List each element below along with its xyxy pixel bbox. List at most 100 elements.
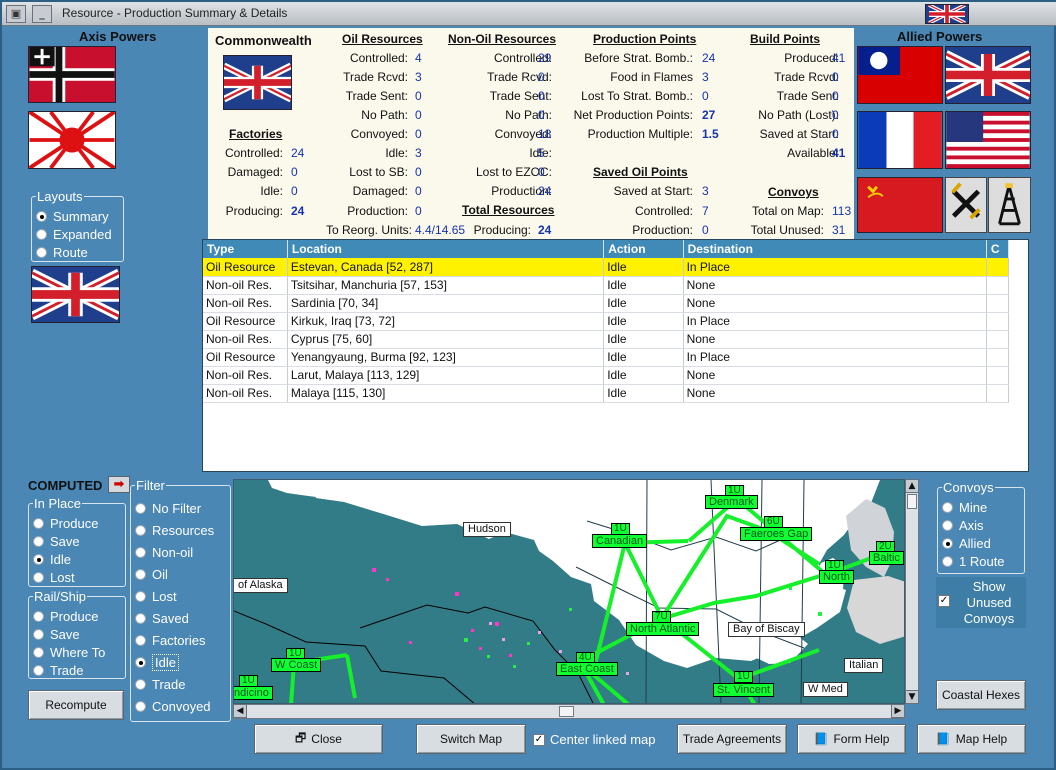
german-flag-icon[interactable]: [28, 46, 116, 103]
scroll-right-icon[interactable]: ▶: [891, 704, 905, 718]
vertical-scroll-thumb[interactable]: [907, 494, 917, 509]
uk-flag-icon[interactable]: [945, 46, 1031, 104]
oil-value: 3: [415, 70, 422, 84]
column-location[interactable]: Location: [287, 240, 605, 258]
computed-arrow-button[interactable]: ➡: [108, 476, 130, 493]
radio-dot-icon: [33, 646, 44, 658]
sea-zone-baltic[interactable]: Baltic: [869, 551, 904, 565]
filter-convoyed-radio[interactable]: Convoyed: [135, 695, 226, 717]
radio-dot-icon: [33, 571, 44, 583]
table-cell: None: [683, 384, 987, 403]
soviet-flag-icon[interactable]: [857, 177, 943, 233]
close-button[interactable]: 🗗 Close: [254, 724, 383, 754]
map-vertical-scrollbar[interactable]: ▲ ▼: [905, 479, 919, 704]
horizontal-scroll-thumb[interactable]: [559, 706, 574, 717]
sea-zone-east-coast[interactable]: East Coast: [556, 662, 618, 676]
sea-zone-canadian[interactable]: Canadian: [592, 534, 648, 548]
window-menu-button[interactable]: ▣: [6, 5, 26, 23]
in-place-produce-radio[interactable]: Produce: [33, 514, 121, 532]
trade-agreements-button[interactable]: Trade Agreements: [677, 724, 787, 754]
french-flag-icon[interactable]: [857, 111, 943, 169]
chinese-flag-icon[interactable]: [857, 46, 943, 104]
sea-zone-w-coast[interactable]: W Coast: [271, 658, 322, 672]
table-cell: [986, 330, 1010, 349]
filter-saved-radio[interactable]: Saved: [135, 607, 226, 629]
non-oil-resources-heading: Non-Oil Resources: [448, 32, 557, 46]
title-bar[interactable]: ▣ _ Resource - Production Summary & Deta…: [2, 2, 1056, 26]
filter-non-oil-radio[interactable]: Non-oil: [135, 541, 226, 563]
sea-zone-denmark[interactable]: Denmark: [705, 495, 758, 509]
sea-zone-st-vincent[interactable]: St. Vincent: [713, 683, 774, 697]
table-row[interactable]: Non-oil Res. Sardinia [70, 34] Idle None: [203, 294, 1010, 313]
radio-dot-icon: [942, 501, 953, 513]
convoys-one-route-radio[interactable]: 1 Route: [942, 552, 1020, 570]
filter-resources-radio[interactable]: Resources: [135, 519, 226, 541]
layout-summary-radio[interactable]: Summary: [36, 207, 119, 225]
japanese-flag-icon[interactable]: [28, 111, 116, 169]
sea-zone-north-atlantic[interactable]: North Atlantic: [626, 622, 700, 636]
convoys-filter-group: Convoys Mine Axis Allied 1 Route: [937, 480, 1025, 574]
table-row[interactable]: Non-oil Res. Larut, Malaya [113, 129] Idle…: [203, 366, 1010, 385]
form-help-button[interactable]: 📘 Form Help: [797, 724, 906, 754]
column-action[interactable]: Action: [603, 240, 684, 258]
recompute-button[interactable]: Recompute: [28, 690, 124, 720]
convoy-unit-badge[interactable]: 1U: [734, 671, 753, 683]
in-place-lost-radio[interactable]: Lost: [33, 568, 121, 586]
convoys-mine-radio[interactable]: Mine: [942, 498, 1020, 516]
scroll-down-icon[interactable]: ▼: [905, 690, 919, 704]
filter-oil-radio[interactable]: Oil: [135, 563, 226, 585]
switch-map-button[interactable]: Switch Map: [416, 724, 526, 754]
rail-ship-save-radio[interactable]: Save: [33, 625, 121, 643]
mining-icon[interactable]: [945, 177, 987, 233]
oil-resources-heading: Oil Resources: [342, 32, 423, 46]
commonwealth-flag-icon[interactable]: [31, 266, 120, 323]
sea-zone-faeroes-gap[interactable]: Faeroes Gap: [740, 527, 813, 541]
table-row[interactable]: Non-oil Res. Cyprus [75, 60] Idle None: [203, 330, 1010, 349]
filter-trade-radio[interactable]: Trade: [135, 673, 226, 695]
layout-expanded-radio[interactable]: Expanded: [36, 225, 119, 243]
table-row[interactable]: Non-oil Res. Tsitsihar, Manchuria [57, 15…: [203, 276, 1010, 295]
filter-lost-radio[interactable]: Lost: [135, 585, 226, 607]
center-linked-map-checkbox[interactable]: ✓ Center linked map: [533, 732, 656, 747]
in-place-save-radio[interactable]: Save: [33, 532, 121, 550]
filter-idle-radio[interactable]: Idle: [135, 651, 226, 673]
filter-no-filter-radio[interactable]: No Filter: [135, 497, 226, 519]
convoys-value: 113: [832, 204, 852, 218]
resource-details-table[interactable]: Type Location Action Destination C Oil Resou…: [202, 239, 1029, 472]
scroll-left-icon[interactable]: ◀: [233, 704, 247, 718]
oil-derrick-icon[interactable]: [988, 177, 1031, 233]
world-map-viewport[interactable]: Hudson of Alaska Bay of Biscay W Med Ita…: [233, 479, 905, 704]
column-c[interactable]: C: [986, 240, 1010, 258]
layouts-group: Layouts Summary Expanded Route: [31, 189, 124, 262]
filter-factories-radio[interactable]: Factories: [135, 629, 226, 651]
book-icon: 📘: [935, 732, 951, 746]
coastal-hexes-button[interactable]: Coastal Hexes: [936, 680, 1026, 710]
sea-zone-mendocino[interactable]: ndicino: [234, 686, 273, 700]
table-row[interactable]: Oil Resource Yenangyaung, Burma [92, 123]…: [203, 348, 1010, 367]
map-help-button[interactable]: 📘 Map Help: [917, 724, 1026, 754]
convoys-allied-radio[interactable]: Allied: [942, 534, 1020, 552]
in-place-idle-radio[interactable]: Idle: [33, 550, 121, 568]
rail-ship-produce-radio[interactable]: Produce: [33, 607, 121, 625]
us-flag-icon[interactable]: [945, 111, 1031, 169]
layout-route-radio[interactable]: Route: [36, 243, 119, 261]
saved-oil-label: Production:: [632, 223, 693, 237]
convoys-axis-radio[interactable]: Axis: [942, 516, 1020, 534]
minimize-button[interactable]: _: [32, 5, 52, 23]
scroll-up-icon[interactable]: ▲: [905, 479, 919, 493]
sea-zone-north[interactable]: North: [819, 570, 854, 584]
radio-dot-icon: [33, 628, 44, 640]
map-horizontal-scrollbar[interactable]: ◀ ▶: [233, 704, 905, 719]
rail-ship-trade-radio[interactable]: Trade: [33, 661, 121, 679]
table-row[interactable]: Oil Resource Estevan, Canada [52, 287] Idl…: [203, 258, 1010, 277]
oil-value: 4: [415, 51, 422, 65]
column-type[interactable]: Type: [203, 240, 288, 258]
column-destination[interactable]: Destination: [683, 240, 987, 258]
table-row[interactable]: Non-oil Res. Malaya [115, 130] Idle None: [203, 384, 1010, 403]
show-unused-convoys-panel[interactable]: ✓ Show Unused Convoys: [936, 577, 1026, 628]
oil-value: 3: [415, 146, 422, 160]
table-cell: Non-oil Res.: [203, 276, 288, 295]
table-row[interactable]: Oil Resource Kirkuk, Iraq [73, 72] Idle In …: [203, 312, 1010, 331]
rail-ship-where-to-radio[interactable]: Where To: [33, 643, 121, 661]
layouts-legend: Layouts: [37, 189, 83, 204]
